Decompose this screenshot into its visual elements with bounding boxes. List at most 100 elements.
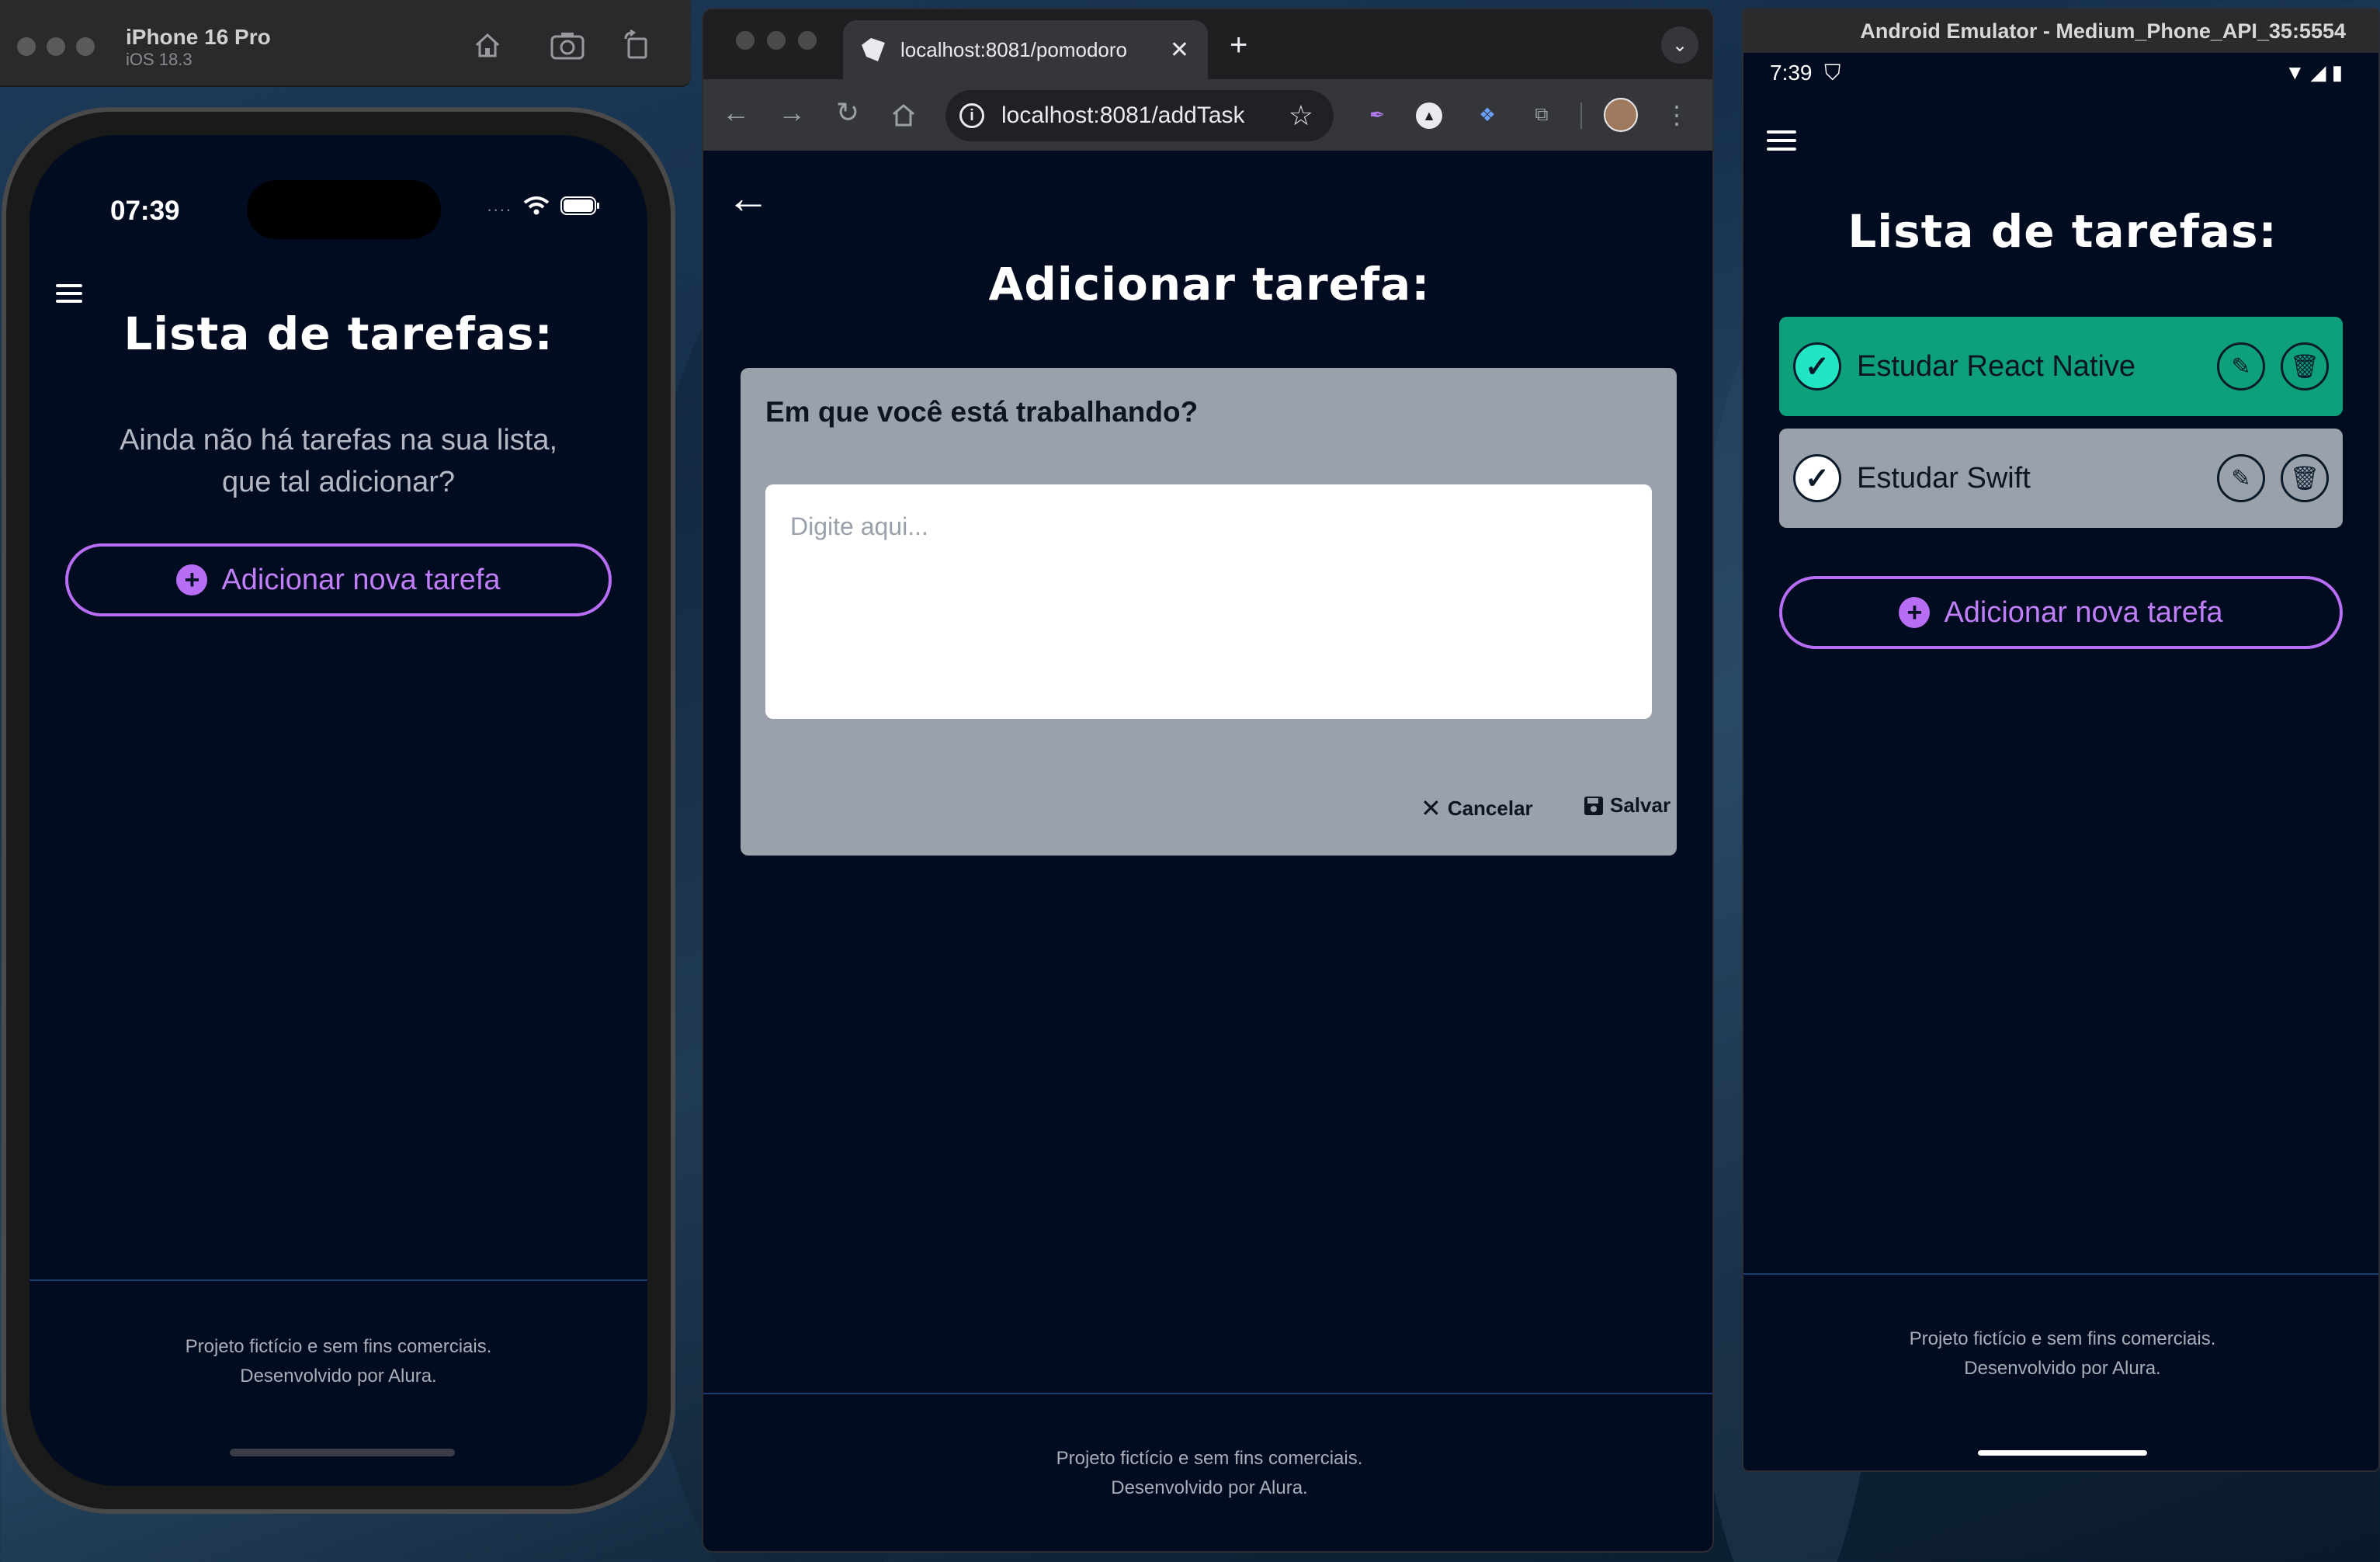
footer-divider <box>1743 1273 2378 1275</box>
forward-nav-icon[interactable]: → <box>773 96 810 129</box>
signal-dots-icon: .... <box>487 196 512 215</box>
delete-trash-icon[interactable]: 🗑 <box>2281 454 2329 502</box>
tab-strip: localhost:8081/pomodoro ✕ + ⌄ <box>703 9 1712 79</box>
footer-line1: Projeto fictício e sem fins comerciais. <box>185 1336 492 1357</box>
task-checkbox-checked[interactable]: ✓ <box>1793 342 1841 390</box>
cancel-button-label: Cancelar <box>1447 796 1533 820</box>
android-status-time: 7:39 ⛉ <box>1770 61 1841 86</box>
wifi-icon <box>523 196 550 215</box>
task-label: Estudar Swift <box>1857 461 2031 495</box>
new-tab-button[interactable]: + <box>1230 28 1247 63</box>
page-title: Lista de tarefas: <box>1847 205 2278 258</box>
home-icon[interactable] <box>472 30 503 61</box>
edit-pencil-icon[interactable]: ✎ <box>2217 342 2265 390</box>
back-nav-icon[interactable]: ← <box>717 96 755 129</box>
toolbar-divider <box>1580 102 1582 129</box>
simulator-device-name: iPhone 16 Pro <box>126 25 271 49</box>
puzzle-blue-extension-icon[interactable]: ❖ <box>1470 98 1504 132</box>
browser-toolbar: ← → ↻ i localhost:8081/addTask ☆ ✒ ▲ ❖ ⧉… <box>703 79 1712 151</box>
footer-line1: Projeto fictício e sem fins comerciais. <box>1056 1448 1363 1469</box>
status-time-text: 7:39 <box>1770 61 1813 85</box>
home-icon[interactable] <box>885 101 922 129</box>
triangle-extension-icon[interactable]: ▲ <box>1416 102 1442 129</box>
form-label: Em que você está trabalhando? <box>765 396 1199 428</box>
footer: Projeto fictício e sem fins comerciais. … <box>703 1444 1712 1503</box>
footer-line2: Desenvolvido por Alura. <box>1964 1358 2161 1379</box>
window-minimize-button[interactable] <box>47 37 65 56</box>
reload-icon[interactable]: ↻ <box>829 96 866 129</box>
wifi-icon: ▼ <box>2285 61 2305 84</box>
tab-close-icon[interactable]: ✕ <box>1170 36 1189 64</box>
add-task-button[interactable]: + Adicionar nova tarefa <box>65 543 612 616</box>
window-minimize-button[interactable] <box>767 31 786 50</box>
footer: Projeto fictício e sem fins comerciais. … <box>1743 1324 2378 1383</box>
page-title: Lista de tarefas: <box>123 307 553 360</box>
cancel-button[interactable]: ✕ Cancelar <box>1421 793 1533 823</box>
ios-status-time: 07:39 <box>110 196 180 226</box>
shield-icon: ⛉ <box>1824 61 1841 85</box>
tab-title: localhost:8081/pomodoro <box>900 37 1127 61</box>
android-nav-handle[interactable] <box>1978 1450 2147 1456</box>
add-task-button-label: Adicionar nova tarefa <box>221 563 501 596</box>
address-url: localhost:8081/addTask <box>1001 102 1245 128</box>
window-zoom-button[interactable] <box>76 37 95 56</box>
footer: Projeto fictício e sem fins comerciais. … <box>29 1332 647 1391</box>
empty-message-line1: Ainda não há tarefas na sua lista, <box>119 424 558 456</box>
hamburger-menu-icon[interactable] <box>1767 130 1796 151</box>
android-emulator-window: Android Emulator - Medium_Phone_API_35:5… <box>1742 8 2380 1472</box>
footer-line1: Projeto fictício e sem fins comerciais. <box>1909 1328 2216 1349</box>
expo-favicon-icon <box>862 38 885 61</box>
page-title: Adicionar tarefa: <box>988 258 1431 311</box>
back-arrow-icon[interactable]: ← <box>727 172 770 223</box>
footer-line2: Desenvolvido por Alura. <box>240 1366 437 1387</box>
simulator-os-version: iOS 18.3 <box>126 50 193 69</box>
footer-divider <box>703 1393 1712 1394</box>
iphone-screen: 07:39 .... Lista de tarefas: Ainda não h… <box>29 135 647 1486</box>
emulator-window-title: Android Emulator - Medium_Phone_API_35:5… <box>1743 9 2378 53</box>
footer-line2: Desenvolvido por Alura. <box>1111 1477 1308 1498</box>
tab-search-dropdown-button[interactable]: ⌄ <box>1661 26 1698 64</box>
window-close-button[interactable] <box>17 37 36 56</box>
empty-list-message: Ainda não há tarefas na sua lista, que t… <box>29 419 647 503</box>
site-info-icon[interactable]: i <box>959 103 984 128</box>
address-bar[interactable]: i localhost:8081/addTask ☆ <box>945 90 1334 141</box>
edit-pencil-icon[interactable]: ✎ <box>2217 454 2265 502</box>
cell-signal-icon: ◢ <box>2310 61 2326 84</box>
save-button-label: Salvar <box>1610 793 1671 817</box>
feather-extension-icon[interactable]: ✒ <box>1360 98 1394 132</box>
window-close-button[interactable] <box>736 31 755 50</box>
home-indicator[interactable] <box>230 1449 455 1456</box>
task-item[interactable]: ✓ Estudar React Native ✎ 🗑 <box>1779 317 2343 416</box>
hamburger-menu-icon[interactable] <box>56 284 82 303</box>
window-zoom-button[interactable] <box>798 31 817 50</box>
empty-message-line2: que tal adicionar? <box>222 466 455 498</box>
bookmark-star-icon[interactable]: ☆ <box>1289 99 1313 132</box>
delete-trash-icon[interactable]: 🗑 <box>2281 342 2329 390</box>
task-description-input[interactable] <box>765 484 1652 719</box>
battery-icon <box>560 196 599 215</box>
screenshot-icon[interactable] <box>550 30 585 61</box>
extensions-icon[interactable]: ⧉ <box>1525 98 1559 132</box>
add-task-form: Em que você está trabalhando? ✕ Cancelar… <box>741 368 1677 856</box>
plus-circle-icon: + <box>176 564 208 595</box>
task-checkbox-unchecked[interactable]: ✓ <box>1793 454 1841 502</box>
plus-circle-icon: + <box>1899 597 1931 628</box>
task-item[interactable]: ✓ Estudar Swift ✎ 🗑 <box>1779 429 2343 528</box>
footer-divider <box>29 1279 647 1281</box>
save-button[interactable]: Salvar <box>1584 793 1671 817</box>
chrome-browser-window: localhost:8081/pomodoro ✕ + ⌄ ← → ↻ i lo… <box>702 8 1714 1553</box>
task-label: Estudar React Native <box>1857 349 2136 383</box>
add-task-button[interactable]: + Adicionar nova tarefa <box>1779 576 2343 649</box>
close-icon: ✕ <box>1421 794 1442 822</box>
battery-icon: ▮ <box>2331 61 2343 84</box>
browser-tab[interactable]: localhost:8081/pomodoro ✕ <box>843 20 1208 79</box>
add-task-button-label: Adicionar nova tarefa <box>1944 595 2223 629</box>
profile-avatar[interactable] <box>1604 98 1638 132</box>
iphone-device-frame: 07:39 .... Lista de tarefas: Ainda não h… <box>2 107 675 1514</box>
ios-status-icons: .... <box>487 196 601 216</box>
ios-simulator-titlebar: iPhone 16 Pro iOS 18.3 <box>0 0 691 87</box>
more-menu-icon[interactable]: ⋮ <box>1660 98 1694 132</box>
save-disk-icon <box>1584 796 1603 815</box>
dynamic-island <box>247 180 441 239</box>
rotate-icon[interactable] <box>621 30 652 61</box>
